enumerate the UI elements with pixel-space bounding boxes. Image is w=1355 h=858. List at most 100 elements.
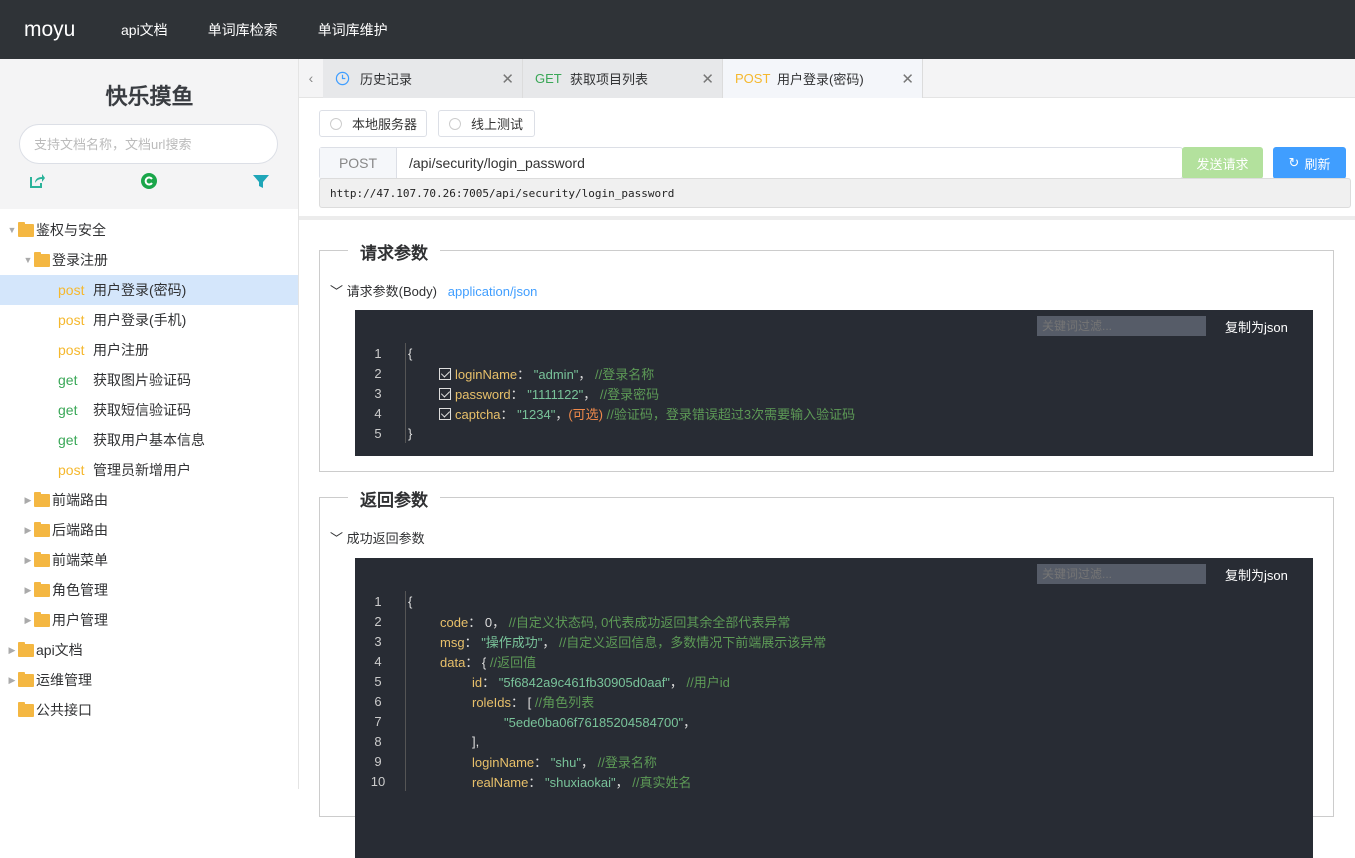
code-line: 1{ bbox=[355, 591, 1313, 611]
method-select[interactable]: POST bbox=[320, 148, 397, 178]
tab-history[interactable]: 历史记录 ✕ bbox=[323, 59, 523, 98]
line-number: 2 bbox=[358, 366, 398, 381]
filter-icon[interactable] bbox=[252, 172, 270, 190]
content-type: application/json bbox=[448, 284, 538, 299]
caret-right-icon[interactable]: ▶ bbox=[6, 645, 18, 656]
tree-api-item[interactable]: get获取用户基本信息 bbox=[0, 425, 298, 455]
refresh-button[interactable]: ↻刷新 bbox=[1273, 147, 1346, 179]
folder-icon bbox=[18, 224, 34, 237]
tab-scroll-left-icon[interactable]: ‹ bbox=[299, 59, 323, 97]
caret-right-icon[interactable]: ▶ bbox=[22, 495, 34, 506]
divider bbox=[299, 216, 1355, 220]
tree-folder[interactable]: ▶api文档 bbox=[0, 635, 298, 665]
line-number: 1 bbox=[358, 594, 398, 609]
tree-folder[interactable]: ▶角色管理 bbox=[0, 575, 298, 605]
success-response-toggle[interactable]: ﹀ 成功返回参数 bbox=[330, 528, 425, 547]
tree-item-label: 管理员新增用户 bbox=[93, 460, 191, 480]
tab-method: POST bbox=[735, 71, 777, 86]
tab-label: 用户登录(密码) bbox=[777, 69, 864, 88]
tab-method: GET bbox=[535, 71, 570, 86]
tab-user-login-password[interactable]: POST 用户登录(密码) ✕ bbox=[723, 59, 923, 98]
line-number: 9 bbox=[358, 754, 398, 769]
close-icon[interactable]: ✕ bbox=[501, 70, 514, 88]
code-token: { bbox=[408, 346, 412, 361]
response-params-section: 返回参数 ﹀ 成功返回参数 复制为json 1{2code： 0， //自定义状… bbox=[319, 497, 1334, 817]
close-icon[interactable]: ✕ bbox=[701, 70, 714, 88]
doc-search-input[interactable] bbox=[19, 124, 278, 164]
tree-folder[interactable]: ▶后端路由 bbox=[0, 515, 298, 545]
tab-bar: ‹ 历史记录 ✕ GET 获取项目列表 ✕ POST 用户登录(密码) ✕ bbox=[299, 59, 1355, 98]
method-label: post bbox=[58, 282, 93, 298]
tree-api-item[interactable]: get获取短信验证码 bbox=[0, 395, 298, 425]
tree-api-item[interactable]: post用户注册 bbox=[0, 335, 298, 365]
folder-icon bbox=[34, 584, 50, 597]
tree-folder[interactable]: ▶前端路由 bbox=[0, 485, 298, 515]
param-checkbox[interactable] bbox=[439, 388, 451, 400]
code-line: 4data： { //返回值 bbox=[355, 651, 1313, 671]
caret-down-icon[interactable]: ▼ bbox=[22, 255, 34, 265]
code-line: 7"5ede0ba06f76185204584700"， bbox=[355, 711, 1313, 731]
close-icon[interactable]: ✕ bbox=[901, 70, 914, 88]
share-icon[interactable] bbox=[28, 172, 46, 190]
url-path-input[interactable]: /api/security/login_password bbox=[397, 148, 585, 178]
code-token: 0 bbox=[485, 615, 492, 630]
code-line: 3msg： "操作成功"， //自定义返回信息，多数情况下前端展示该异常 bbox=[355, 631, 1313, 651]
caret-right-icon[interactable]: ▶ bbox=[22, 615, 34, 626]
server-radio-online[interactable]: 线上测试 bbox=[438, 110, 535, 137]
code-token: ， bbox=[683, 715, 696, 730]
nav-word-maintain[interactable]: 单词库维护 bbox=[318, 20, 388, 40]
code-line: 10realName： "shuxiaokai"， //真实姓名 bbox=[355, 771, 1313, 791]
body-params-toggle[interactable]: ﹀ 请求参数(Body) application/json bbox=[330, 281, 537, 300]
full-url: http://47.107.70.26:7005/api/security/lo… bbox=[319, 178, 1351, 208]
tree-api-item[interactable]: post用户登录(密码) bbox=[0, 275, 298, 305]
code-token: ： { bbox=[465, 655, 490, 670]
folder-icon bbox=[34, 524, 50, 537]
tree-folder[interactable]: 公共接口 bbox=[0, 695, 298, 725]
code-token: ： bbox=[482, 675, 499, 690]
code-token: loginName bbox=[472, 755, 534, 770]
copy-json-button[interactable]: 复制为json bbox=[1225, 317, 1288, 336]
tree-folder[interactable]: ▶用户管理 bbox=[0, 605, 298, 635]
code-token: code bbox=[440, 615, 468, 630]
code-line: 2loginName： "admin"， //登录名称 bbox=[355, 363, 1313, 383]
code-token: ， bbox=[578, 367, 595, 382]
response-code-block: 复制为json 1{2code： 0， //自定义状态码, 0代表成功返回其余全… bbox=[355, 558, 1313, 858]
tree-folder[interactable]: ▶前端菜单 bbox=[0, 545, 298, 575]
caret-right-icon[interactable]: ▶ bbox=[6, 675, 18, 686]
tree-folder[interactable]: ▶运维管理 bbox=[0, 665, 298, 695]
tree-folder[interactable]: ▼鉴权与安全 bbox=[0, 215, 298, 245]
code-token: ： bbox=[468, 615, 485, 630]
tab-get-project-list[interactable]: GET 获取项目列表 ✕ bbox=[523, 59, 723, 98]
line-number: 3 bbox=[358, 634, 398, 649]
tree-api-item[interactable]: get获取图片验证码 bbox=[0, 365, 298, 395]
code-token: //验证码，登录错误超过3次需要输入验证码 bbox=[603, 407, 855, 422]
param-checkbox[interactable] bbox=[439, 368, 451, 380]
tab-label: 获取项目列表 bbox=[570, 69, 648, 88]
code-token: (可选) bbox=[568, 407, 603, 422]
param-checkbox[interactable] bbox=[439, 408, 451, 420]
send-request-button[interactable]: 发送请求 bbox=[1182, 147, 1263, 179]
keyword-filter-input[interactable] bbox=[1037, 316, 1206, 336]
server-radio-local[interactable]: 本地服务器 bbox=[319, 110, 427, 137]
tree-api-item[interactable]: post管理员新增用户 bbox=[0, 455, 298, 485]
nav-api-docs[interactable]: api文档 bbox=[121, 20, 168, 40]
code-line: 4captcha： "1234"，(可选) //验证码，登录错误超过3次需要输入… bbox=[355, 403, 1313, 423]
code-token: "5ede0ba06f76185204584700" bbox=[504, 715, 683, 730]
line-number: 4 bbox=[358, 406, 398, 421]
caret-right-icon[interactable]: ▶ bbox=[22, 555, 34, 566]
code-token: "1234" bbox=[517, 407, 555, 422]
code-token: //真实姓名 bbox=[632, 775, 691, 790]
method-label: get bbox=[58, 402, 93, 418]
keyword-filter-input[interactable] bbox=[1037, 564, 1206, 584]
tree-api-item[interactable]: post用户登录(手机) bbox=[0, 305, 298, 335]
tree-folder[interactable]: ▼登录注册 bbox=[0, 245, 298, 275]
caret-down-icon[interactable]: ▼ bbox=[6, 225, 18, 235]
code-token: msg bbox=[440, 635, 465, 650]
caret-right-icon[interactable]: ▶ bbox=[22, 525, 34, 536]
refresh-icon[interactable] bbox=[140, 172, 158, 190]
logo[interactable]: moyu bbox=[24, 18, 121, 42]
caret-right-icon[interactable]: ▶ bbox=[22, 585, 34, 596]
code-token: ： bbox=[528, 775, 545, 790]
copy-json-button[interactable]: 复制为json bbox=[1225, 565, 1288, 584]
nav-word-search[interactable]: 单词库检索 bbox=[208, 20, 278, 40]
